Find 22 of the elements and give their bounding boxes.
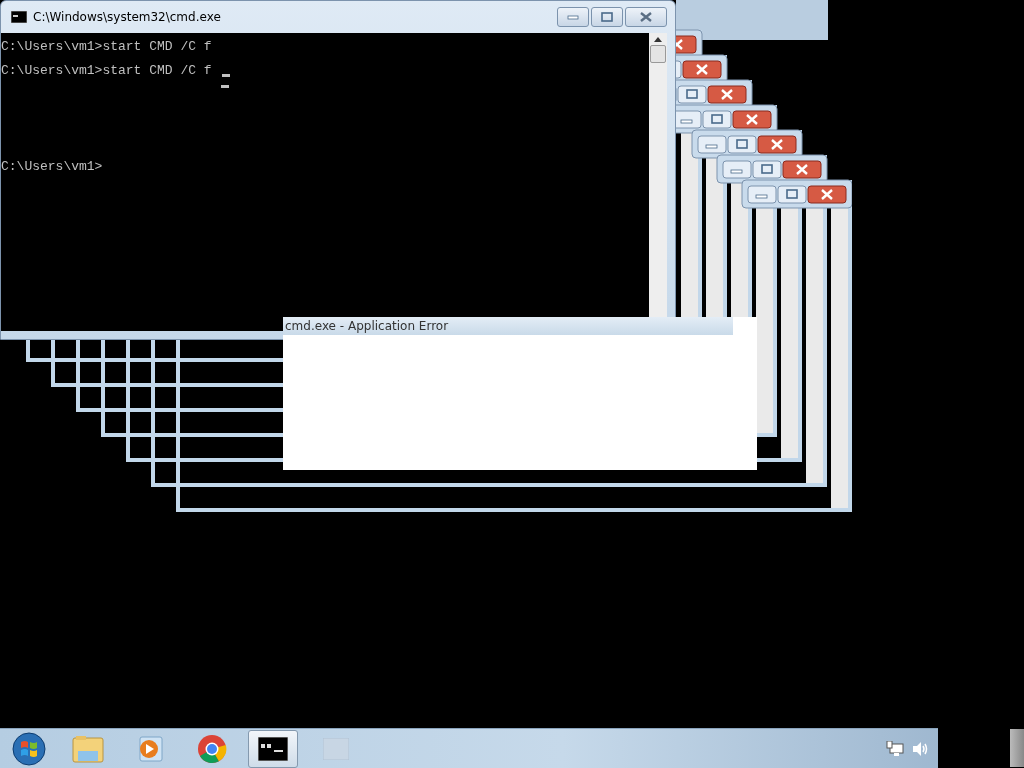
media-player-icon[interactable] <box>136 734 164 763</box>
show-desktop-button[interactable] <box>1010 729 1024 767</box>
minimize-button[interactable] <box>557 7 589 27</box>
chrome-browser-icon[interactable] <box>197 733 227 764</box>
console-line: C:\Users\vm1>start CMD /C f <box>1 38 212 56</box>
network-icon[interactable] <box>886 740 904 757</box>
scroll-up-icon[interactable] <box>654 37 662 42</box>
window-title: C:\Windows\system32\cmd.exe <box>33 10 222 24</box>
console-icon <box>11 11 27 23</box>
close-icon <box>639 12 653 22</box>
console-line: C:\Users\vm1>start CMD /C f <box>1 62 212 80</box>
console-line: C:\Users\vm1> <box>1 158 103 176</box>
maximize-button[interactable] <box>591 7 623 27</box>
speaker-icon[interactable] <box>912 740 930 757</box>
minimize-icon <box>567 14 579 20</box>
console-icon[interactable] <box>258 736 288 761</box>
start-orb-icon[interactable] <box>12 731 46 766</box>
folder-icon[interactable] <box>72 734 104 763</box>
scroll-thumb[interactable] <box>650 45 666 63</box>
maximize-icon <box>601 12 613 22</box>
close-button[interactable] <box>625 7 667 27</box>
dialog-title: cmd.exe - Application Error <box>283 317 733 335</box>
